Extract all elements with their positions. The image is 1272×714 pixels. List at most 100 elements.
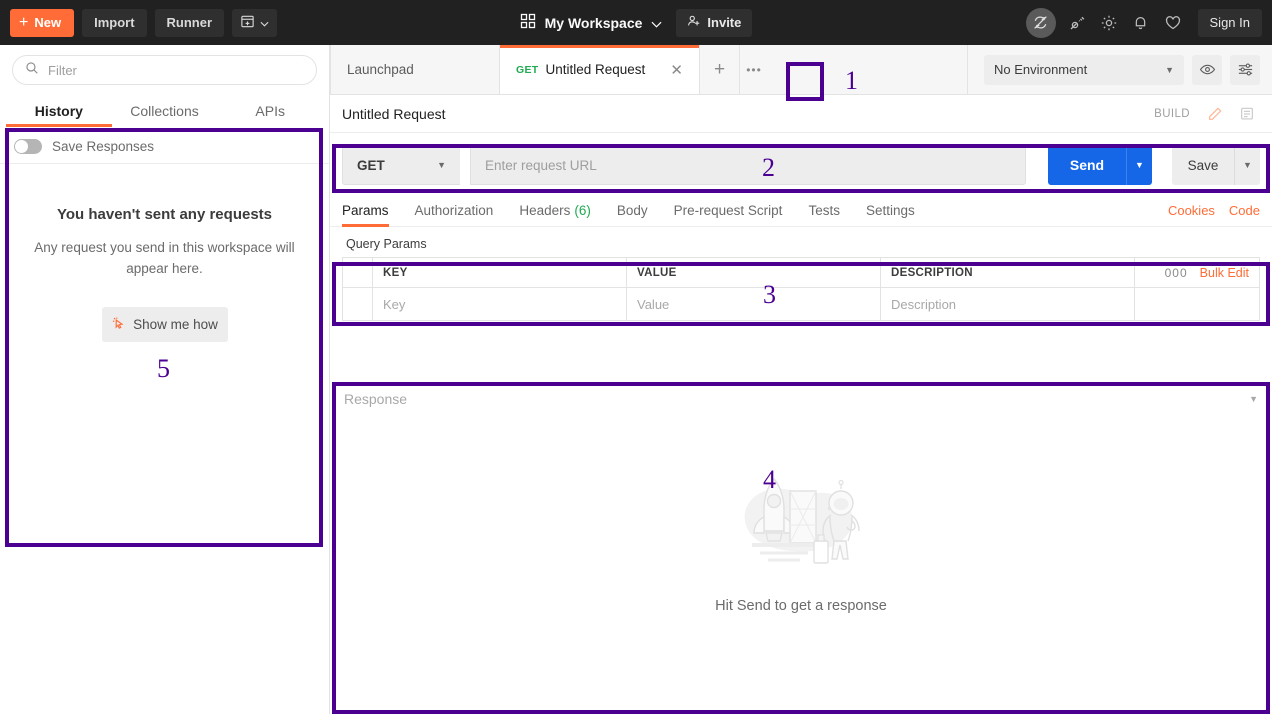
runner-button[interactable]: Runner (154, 8, 225, 37)
gear-icon[interactable] (1098, 12, 1120, 34)
code-link[interactable]: Code (1229, 203, 1260, 218)
tab-untitled-request-label: Untitled Request (545, 62, 646, 77)
sidebar-tab-apis[interactable]: APIs (217, 97, 323, 127)
tab-settings[interactable]: Settings (853, 195, 928, 227)
send-button[interactable]: Send (1048, 145, 1126, 185)
method-selector[interactable]: GET ▼ (342, 145, 460, 185)
cell-value[interactable]: Value (627, 288, 881, 320)
save-button[interactable]: Save (1172, 145, 1234, 185)
eye-icon[interactable] (1192, 54, 1222, 85)
tab-method-badge: GET (516, 63, 539, 76)
tab-body-label: Body (616, 203, 648, 218)
search-input[interactable]: Filter (12, 55, 317, 85)
postman-window: + New Import Runner My Workspace Invite … (0, 0, 1272, 714)
save-responses-row: Save Responses (0, 129, 329, 164)
sign-in-button[interactable]: Sign In (1197, 8, 1262, 37)
sidebar: Filter History Collections APIs Save Res… (0, 45, 330, 714)
response-empty-state: Hit Send to get a response (330, 407, 1272, 614)
new-tab-button[interactable]: + (700, 45, 740, 94)
top-bar-right-group: Sign In (1025, 0, 1262, 45)
row-actions (1135, 288, 1259, 320)
request-links: Cookies Code (1168, 203, 1260, 218)
table-header-row: KEY VALUE DESCRIPTION 000 Bulk Edit (343, 258, 1259, 288)
headers-count: (6) (574, 203, 591, 218)
satellite-icon[interactable] (1066, 12, 1088, 34)
row-checkbox-cell[interactable] (343, 288, 373, 320)
tab-headers-label: Headers (519, 203, 571, 218)
chevron-down-icon (260, 15, 269, 30)
sidebar-tab-collections-label: Collections (130, 103, 199, 119)
send-button-group: Send ▼ (1048, 145, 1152, 185)
chevron-down-icon[interactable]: ▼ (1249, 394, 1258, 404)
comment-icon[interactable] (1234, 101, 1260, 127)
tab-tests[interactable]: Tests (795, 195, 853, 227)
history-empty-state: You haven't sent any requests Any reques… (0, 164, 329, 342)
sidebar-tab-collections[interactable]: Collections (112, 97, 218, 127)
environment-value: No Environment (994, 62, 1088, 77)
empty-state-title: You haven't sent any requests (56, 206, 273, 223)
url-bar: GET ▼ Enter request URL Send ▼ Save ▼ (330, 133, 1272, 195)
save-label: Save (1187, 157, 1219, 173)
tab-headers[interactable]: Headers (6) (506, 195, 604, 227)
ellipsis-icon: ••• (746, 62, 762, 77)
column-header-key: KEY (373, 258, 627, 287)
cell-key[interactable]: Key (373, 288, 627, 320)
rocket-astronaut-illustration (726, 465, 876, 580)
table-row[interactable]: Key Value Description (343, 288, 1259, 320)
column-header-value: VALUE (627, 258, 881, 287)
cookies-link[interactable]: Cookies (1168, 203, 1215, 218)
top-bar: + New Import Runner My Workspace Invite … (0, 0, 1272, 45)
save-responses-toggle[interactable] (14, 138, 42, 154)
new-window-button[interactable] (232, 8, 278, 37)
tab-pre-request-script[interactable]: Pre-request Script (661, 195, 796, 227)
plus-icon: + (19, 13, 29, 31)
column-header-description: DESCRIPTION (881, 258, 1135, 287)
import-button-label: Import (94, 15, 135, 30)
sign-in-label: Sign In (1209, 15, 1250, 30)
tab-body[interactable]: Body (604, 195, 661, 227)
invite-button[interactable]: Invite (676, 8, 753, 37)
show-me-how-button[interactable]: Show me how (101, 307, 228, 342)
tab-launchpad[interactable]: Launchpad (330, 45, 500, 94)
tab-params[interactable]: Params (342, 195, 402, 227)
close-icon[interactable]: ✕ (670, 61, 683, 79)
url-placeholder: Enter request URL (485, 157, 597, 173)
sidebar-tab-history-label: History (34, 103, 83, 119)
empty-state-subtitle: Any request you send in this workspace w… (34, 240, 295, 276)
tab-settings-label: Settings (865, 203, 915, 218)
query-params-table: KEY VALUE DESCRIPTION 000 Bulk Edit Key … (342, 257, 1260, 321)
url-input[interactable]: Enter request URL (470, 145, 1026, 185)
sync-off-icon[interactable] (1025, 7, 1056, 38)
environment-bar: No Environment ▼ (967, 45, 1272, 94)
environment-selector[interactable]: No Environment ▼ (984, 54, 1184, 85)
send-options-button[interactable]: ▼ (1126, 145, 1152, 185)
chevron-down-icon: ▼ (437, 160, 446, 170)
search-placeholder: Filter (48, 62, 77, 78)
save-options-button[interactable]: ▼ (1234, 145, 1260, 185)
chevron-down-icon: ▼ (1243, 160, 1252, 170)
show-me-how-label: Show me how (133, 317, 218, 332)
method-value: GET (357, 157, 385, 173)
tab-untitled-request[interactable]: GET Untitled Request ✕ (500, 45, 700, 94)
workspace-selector[interactable]: My Workspace (520, 13, 663, 32)
import-button[interactable]: Import (82, 8, 147, 37)
bell-icon[interactable] (1130, 12, 1152, 34)
tab-params-label: Params (342, 203, 389, 218)
workspace-label: My Workspace (544, 14, 643, 31)
sidebar-tab-history[interactable]: History (6, 97, 112, 127)
sliders-icon[interactable] (1230, 54, 1260, 85)
sidebar-tab-apis-label: APIs (255, 103, 285, 119)
tab-tests-label: Tests (808, 203, 840, 218)
bulk-edit-link[interactable]: Bulk Edit (1200, 266, 1249, 280)
cell-description[interactable]: Description (881, 288, 1135, 320)
tab-authorization[interactable]: Authorization (402, 195, 507, 227)
ellipsis-icon[interactable]: 000 (1165, 266, 1188, 280)
tab-overflow-menu[interactable]: ••• (740, 45, 768, 94)
page-title: Untitled Request (342, 105, 446, 122)
heart-icon[interactable] (1162, 12, 1184, 34)
person-add-icon (687, 14, 701, 31)
request-section-tabs: Params Authorization Headers (6) Body Pr… (330, 195, 1272, 227)
new-button[interactable]: + New (10, 8, 75, 37)
edit-pencil-icon[interactable] (1202, 101, 1228, 127)
toggle-knob (15, 139, 28, 153)
